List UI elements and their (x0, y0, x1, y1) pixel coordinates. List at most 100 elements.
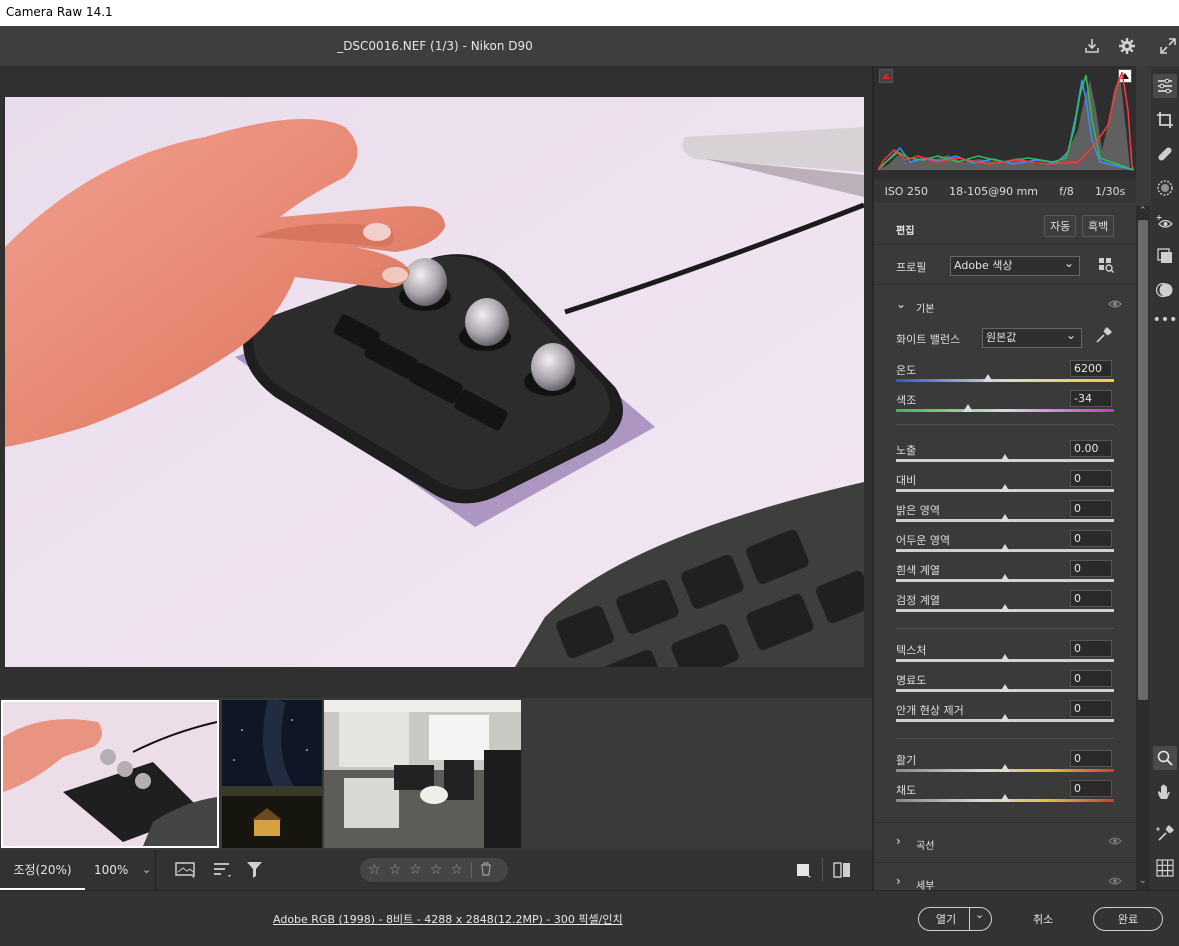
chevron-right-icon[interactable]: › (896, 874, 901, 888)
blacks-slider-thumb[interactable] (1000, 604, 1010, 612)
vibrance-value-input[interactable]: 0 (1070, 750, 1112, 767)
expand-icon[interactable] (1156, 34, 1179, 58)
thumbnail-1[interactable] (1, 700, 219, 848)
cancel-button[interactable]: 취소 (1033, 911, 1053, 927)
tint-slider-track[interactable] (896, 409, 1114, 412)
presets-icon[interactable] (1153, 278, 1177, 302)
eye-icon[interactable] (1108, 299, 1122, 312)
filmstrip (0, 698, 872, 850)
before-after-icon[interactable] (833, 862, 851, 881)
saturation-slider-thumb[interactable] (1000, 794, 1010, 802)
saturation-value-input[interactable]: 0 (1070, 780, 1112, 797)
saturation-label: 채도 (896, 784, 917, 797)
dehaze-slider-thumb[interactable] (1000, 714, 1010, 722)
star-4-icon[interactable]: ☆ (430, 862, 443, 878)
clarity-label: 명료도 (896, 674, 927, 687)
eye-icon[interactable] (1108, 836, 1122, 849)
histogram (874, 66, 1136, 179)
eye-icon[interactable] (1108, 876, 1122, 889)
zoom-icon[interactable] (1153, 746, 1177, 770)
bw-button[interactable]: 흑백 (1082, 215, 1115, 237)
main-photo[interactable] (5, 97, 864, 667)
blacks-value-input[interactable]: 0 (1070, 590, 1112, 607)
snapshots-icon[interactable] (1153, 244, 1177, 268)
highlights-label: 밝은 영역 (896, 504, 940, 517)
auto-button[interactable]: 자동 (1044, 215, 1077, 237)
shadows-value-input[interactable]: 0 (1070, 530, 1112, 547)
chevron-down-icon[interactable]: ⌄ (142, 863, 151, 876)
filmstrip-toggle-icon[interactable] (175, 861, 197, 882)
shadows-slider-thumb[interactable] (1000, 544, 1010, 552)
exif-iso: ISO 250 (884, 184, 928, 198)
sort-icon[interactable] (212, 861, 232, 882)
single-view-icon[interactable] (796, 863, 812, 882)
whites-label: 흰색 계열 (896, 564, 940, 577)
thumbnail-3[interactable] (324, 700, 521, 848)
star-1-icon[interactable]: ☆ (368, 862, 381, 878)
bottom-toolbar: 조정(20%) 100% ⌄ ☆ ☆ ☆ ☆ ☆ (0, 850, 872, 890)
rating-bar: ☆ ☆ ☆ ☆ ☆ (360, 858, 508, 882)
crop-icon[interactable] (1153, 108, 1177, 132)
tint-slider-thumb[interactable] (962, 404, 973, 412)
chevron-right-icon[interactable]: › (896, 834, 901, 848)
done-button[interactable]: 완료 (1093, 907, 1163, 931)
wb-select[interactable]: 원본값 (982, 326, 1082, 348)
dehaze-value-input[interactable]: 0 (1070, 700, 1112, 717)
exposure-slider-thumb[interactable] (1000, 454, 1010, 462)
eyedropper-icon[interactable] (1094, 327, 1112, 348)
clarity-slider-thumb[interactable] (1000, 684, 1010, 692)
grid-search-icon[interactable] (1098, 257, 1114, 276)
more-icon[interactable]: ••• (1153, 308, 1178, 332)
mask-icon[interactable] (1153, 176, 1177, 200)
basic-section-title[interactable]: 기본 (916, 300, 934, 315)
workflow-options-link[interactable]: Adobe RGB (1998) - 8비트 - 4288 x 2848(12.… (273, 911, 623, 927)
exposure-value-input[interactable]: 0.00 (1070, 440, 1112, 457)
separator (896, 738, 1114, 739)
scroll-down-icon[interactable]: ⌄ (1139, 876, 1147, 886)
thumbnail-2[interactable] (222, 700, 322, 848)
grid-icon[interactable] (1153, 856, 1177, 880)
histogram-graph (878, 71, 1134, 171)
contrast-slider-thumb[interactable] (1000, 484, 1010, 492)
filter-icon[interactable] (245, 860, 265, 883)
temp-label: 온도 (896, 364, 917, 377)
star-3-icon[interactable]: ☆ (409, 862, 422, 878)
curve-section-title[interactable]: 곡선 (916, 837, 934, 852)
star-2-icon[interactable]: ☆ (389, 862, 402, 878)
color-sampler-icon[interactable] (1153, 822, 1177, 846)
clarity-value-input[interactable]: 0 (1070, 670, 1112, 687)
red-eye-icon[interactable] (1153, 210, 1177, 234)
healing-icon[interactable] (1153, 142, 1177, 166)
download-icon[interactable] (1080, 34, 1104, 58)
edit-sliders-icon[interactable] (1153, 74, 1177, 98)
vibrance-slider-thumb[interactable] (1000, 764, 1010, 772)
texture-slider-thumb[interactable] (1000, 654, 1010, 662)
chevron-down-icon[interactable]: ⌄ (975, 908, 984, 921)
star-5-icon[interactable]: ☆ (450, 862, 463, 878)
window-title: Camera Raw 14.1 (0, 0, 1179, 26)
zoom-fit-button[interactable]: 조정(20%) (0, 850, 85, 890)
chevron-down-icon[interactable]: ⌄ (896, 297, 906, 311)
highlights-value-input[interactable]: 0 (1070, 500, 1112, 517)
texture-value-input[interactable]: 0 (1070, 640, 1112, 657)
scroll-thumb[interactable] (1138, 220, 1148, 700)
profile-select[interactable]: Adobe 색상 (950, 254, 1080, 276)
whites-slider-thumb[interactable] (1000, 574, 1010, 582)
highlights-slider-thumb[interactable] (1000, 514, 1010, 522)
open-button[interactable]: 열기 ⌄ (918, 907, 992, 931)
contrast-value-input[interactable]: 0 (1070, 470, 1112, 487)
tint-value-input[interactable]: -34 (1070, 390, 1112, 407)
gear-icon[interactable] (1115, 34, 1139, 58)
temp-slider-track[interactable] (896, 379, 1114, 382)
scroll-up-icon[interactable]: ⌃ (1139, 206, 1147, 216)
profile-label: 프로필 (896, 261, 927, 274)
panel-scrollbar[interactable]: ⌃ ⌄ (1136, 206, 1150, 890)
texture-label: 텍스처 (896, 644, 927, 657)
hand-icon[interactable] (1153, 780, 1177, 804)
whites-value-input[interactable]: 0 (1070, 560, 1112, 577)
temp-slider-thumb[interactable] (982, 374, 993, 382)
temp-value-input[interactable]: 6200 (1070, 360, 1112, 377)
image-canvas[interactable] (0, 66, 872, 698)
trash-icon[interactable] (480, 861, 492, 879)
edit-panel: ISO 250 18-105@90 mm f/8 1/30s 편집 자동 흑백 … (872, 66, 1151, 892)
